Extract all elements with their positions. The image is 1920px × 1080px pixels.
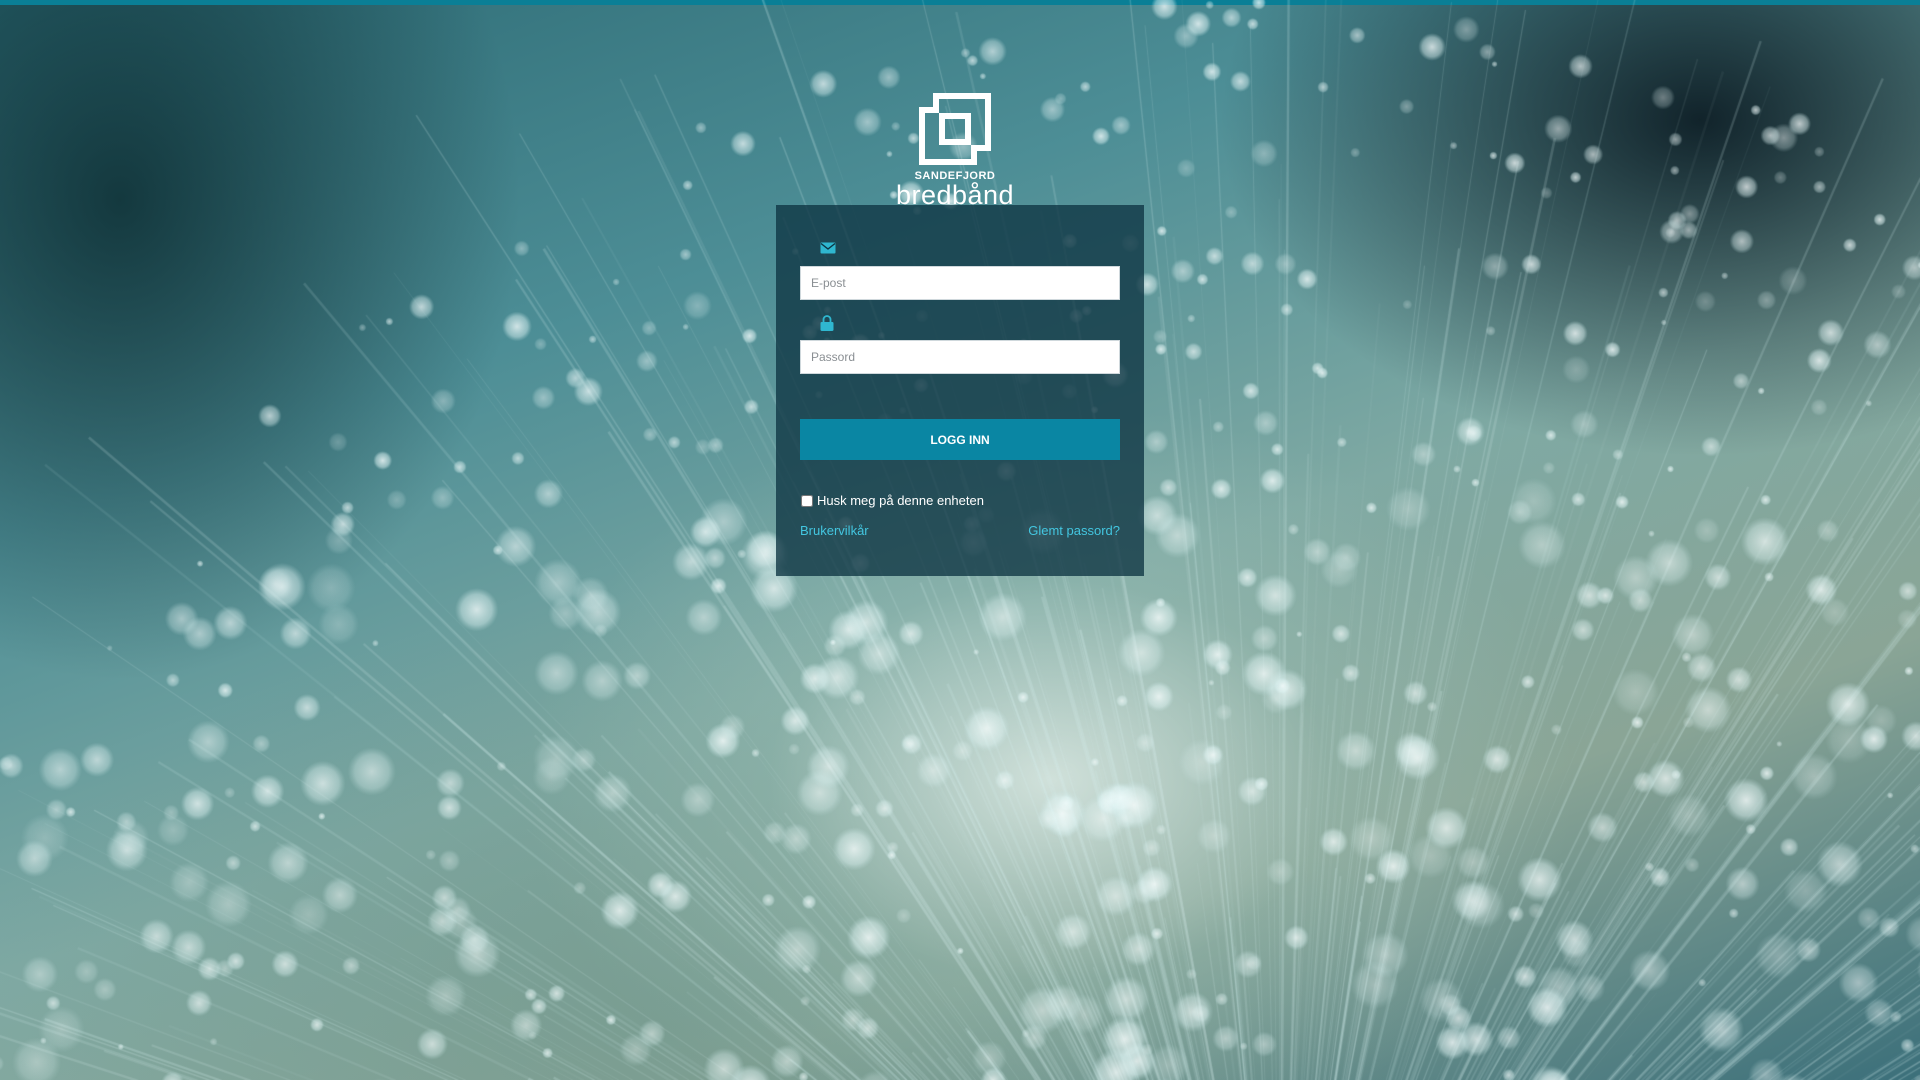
sandefjord-bredband-logo-icon <box>919 93 991 165</box>
login-page: SANDEFJORD bredbånd LOGG INN Husk meg på… <box>0 0 1920 1080</box>
envelope-icon <box>820 241 836 259</box>
brand-logo: SANDEFJORD bredbånd <box>880 92 1030 214</box>
login-button[interactable]: LOGG INN <box>800 419 1120 460</box>
password-field[interactable] <box>800 340 1120 374</box>
remember-checkbox[interactable] <box>801 494 813 507</box>
forgot-password-link[interactable]: Glemt passord? <box>1028 523 1120 538</box>
lock-icon <box>820 315 834 336</box>
login-panel: LOGG INN Husk meg på denne enheten Bruke… <box>776 205 1144 576</box>
email-field[interactable] <box>800 266 1120 300</box>
remember-me[interactable]: Husk meg på denne enheten <box>800 493 984 508</box>
brand-name: bredbånd <box>895 180 1015 210</box>
remember-label: Husk meg på denne enheten <box>817 493 984 508</box>
terms-link[interactable]: Brukervilkår <box>800 523 869 538</box>
